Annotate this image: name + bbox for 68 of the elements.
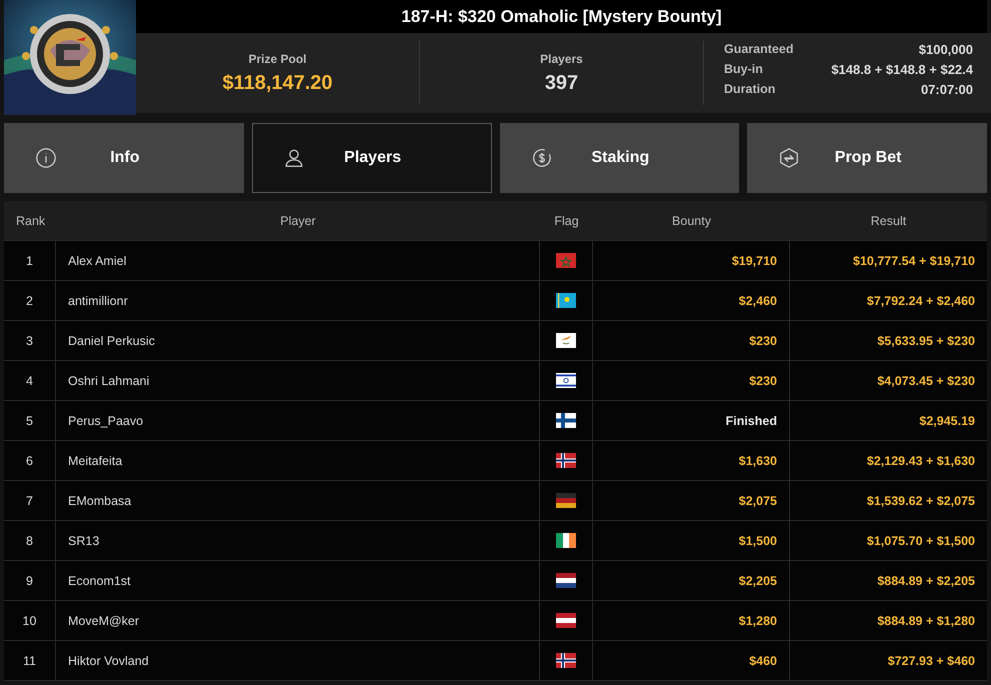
detail-value: 07:07:00 [920, 82, 973, 97]
rank-cell: 6 [4, 441, 56, 480]
rank-cell: 8 [4, 521, 56, 560]
detail-value: $148.8 + $148.8 + $22.4 [830, 62, 973, 77]
detail-label: Buy-in [724, 62, 764, 77]
player-cell: antimillionr [56, 281, 540, 320]
result-cell-text: $5,633.95 + $230 [876, 332, 976, 350]
tournament-title: 187-H: $320 Omaholic [Mystery Bounty] [136, 0, 987, 33]
player-cell: Hiktor Vovland [56, 641, 540, 680]
column-header: Bounty [671, 212, 712, 230]
rank-cell: 7 [4, 481, 56, 520]
player-cell: Daniel Perkusic [56, 321, 540, 360]
rank-cell: 3 [4, 321, 56, 360]
player-cell: SR13 [56, 521, 540, 560]
result-cell-text: $2,129.43 + $1,630 [866, 452, 976, 470]
stat-value: 397 [544, 72, 578, 94]
bounty-cell: $460 [593, 641, 790, 680]
result-cell-text: $884.89 + $1,280 [876, 612, 976, 630]
dollar-coin-icon [530, 147, 552, 169]
player-cell: MoveM@ker [56, 601, 540, 640]
result-cell-text: $1,539.62 + $2,075 [866, 492, 976, 510]
column-header: Rank [15, 212, 46, 230]
result-cell-text: $884.89 + $2,205 [876, 572, 976, 590]
player-cell: EMombasa [56, 481, 540, 520]
bounty-cell: $1,500 [593, 521, 790, 560]
tab[interactable]: Prop Bet [747, 123, 987, 193]
rank-cell: 4 [4, 361, 56, 400]
rank-cell: 2 [4, 281, 56, 320]
column-header: Player [279, 212, 317, 230]
bounty-cell: $230 [593, 321, 790, 360]
tab[interactable]: Staking [500, 123, 740, 193]
bounty-cell: $1,630 [593, 441, 790, 480]
tab[interactable]: Info [4, 123, 244, 193]
result-cell-text: $2,945.19 [918, 412, 976, 430]
info-icon [35, 147, 57, 169]
detail-value: $100,000 [918, 42, 973, 57]
hexagon-icon [778, 147, 800, 169]
bounty-cell: Finished [593, 401, 790, 440]
column-header: Result [870, 212, 908, 230]
player-cell: Econom1st [56, 561, 540, 600]
tab[interactable]: Players [252, 123, 492, 193]
result-cell-text: $727.93 + $460 [886, 652, 976, 670]
bounty-cell: $2,460 [593, 281, 790, 320]
column-header: Flag [553, 212, 580, 230]
result-cell-text: $10,777.54 + $19,710 [852, 252, 976, 270]
result-cell-text: $4,073.45 + $230 [876, 372, 976, 390]
rank-cell: 9 [4, 561, 56, 600]
rank-cell: 11 [4, 641, 56, 680]
result-cell-text: $1,075.70 + $1,500 [866, 532, 976, 550]
stat-label: Players [540, 52, 583, 66]
stat-value: $118,147.20 [222, 72, 333, 94]
player-cell: Meitafeita [56, 441, 540, 480]
rank-cell: 1 [4, 241, 56, 280]
player-cell: Alex Amiel [56, 241, 540, 280]
bounty-cell: $2,205 [593, 561, 790, 600]
user-icon [282, 147, 305, 169]
rank-cell: 10 [4, 601, 56, 640]
player-cell: Oshri Lahmani [56, 361, 540, 400]
bounty-cell: $1,280 [593, 601, 790, 640]
player-cell: Perus_Paavo [56, 401, 540, 440]
bounty-cell: $230 [593, 361, 790, 400]
bounty-cell: $19,710 [593, 241, 790, 280]
detail-label: Guaranteed [724, 42, 794, 57]
rank-cell: 5 [4, 401, 56, 440]
detail-label: Duration [724, 82, 776, 97]
stat-label: Prize Pool [248, 52, 306, 66]
bounty-cell: $2,075 [593, 481, 790, 520]
result-cell-text: $7,792.24 + $2,460 [866, 292, 976, 310]
